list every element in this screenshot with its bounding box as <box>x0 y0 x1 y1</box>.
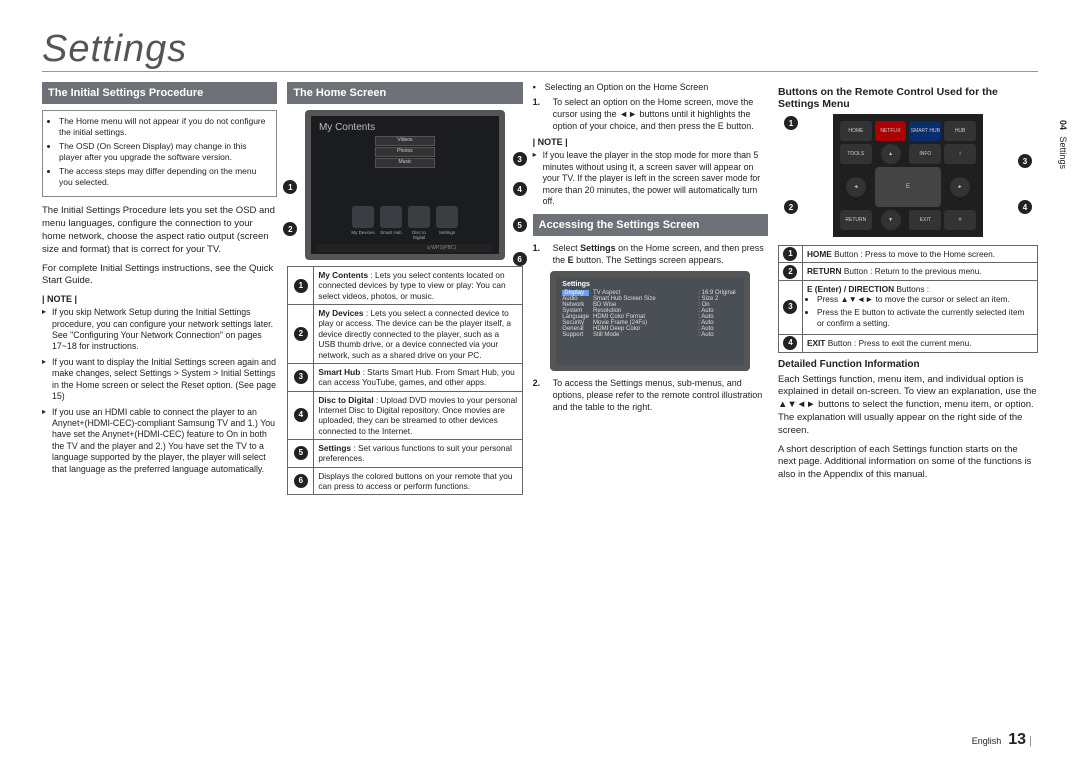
home-screen-illustration: My Contents Videos Photos Music My Devic… <box>305 110 505 260</box>
note-label: | NOTE | <box>42 294 277 304</box>
remote-header: Buttons on the Remote Control Used for t… <box>778 86 1038 110</box>
side-tab: 04 Settings <box>1058 120 1068 169</box>
header-accessing-settings: Accessing the Settings Screen <box>533 214 768 236</box>
para: The Initial Settings Procedure lets you … <box>42 205 277 256</box>
header-initial-settings: The Initial Settings Procedure <box>42 82 277 104</box>
para: For complete Initial Settings instructio… <box>42 263 277 289</box>
dfi-title: Detailed Function Information <box>778 359 1038 370</box>
remote-legend: 1HOME Button : Press to move to the Home… <box>778 245 1038 353</box>
home-screen-table: 1My Contents : Lets you select contents … <box>287 266 522 495</box>
note-box: The Home menu will not appear if you do … <box>42 110 277 197</box>
remote-illustration: HOME NETFLIX SMART HUB HUB TOOLS ▲ INFO … <box>833 114 983 237</box>
settings-screen-illustration: Settings Display Audio Network System La… <box>550 271 750 371</box>
header-home-screen: The Home Screen <box>287 82 522 104</box>
note-list: If you skip Network Setup during the Ini… <box>42 307 277 475</box>
page-footer: English 13 | <box>972 731 1032 749</box>
subhead: Selecting an Option on the Home Screen <box>545 82 768 92</box>
page-title: Settings <box>42 28 1038 72</box>
